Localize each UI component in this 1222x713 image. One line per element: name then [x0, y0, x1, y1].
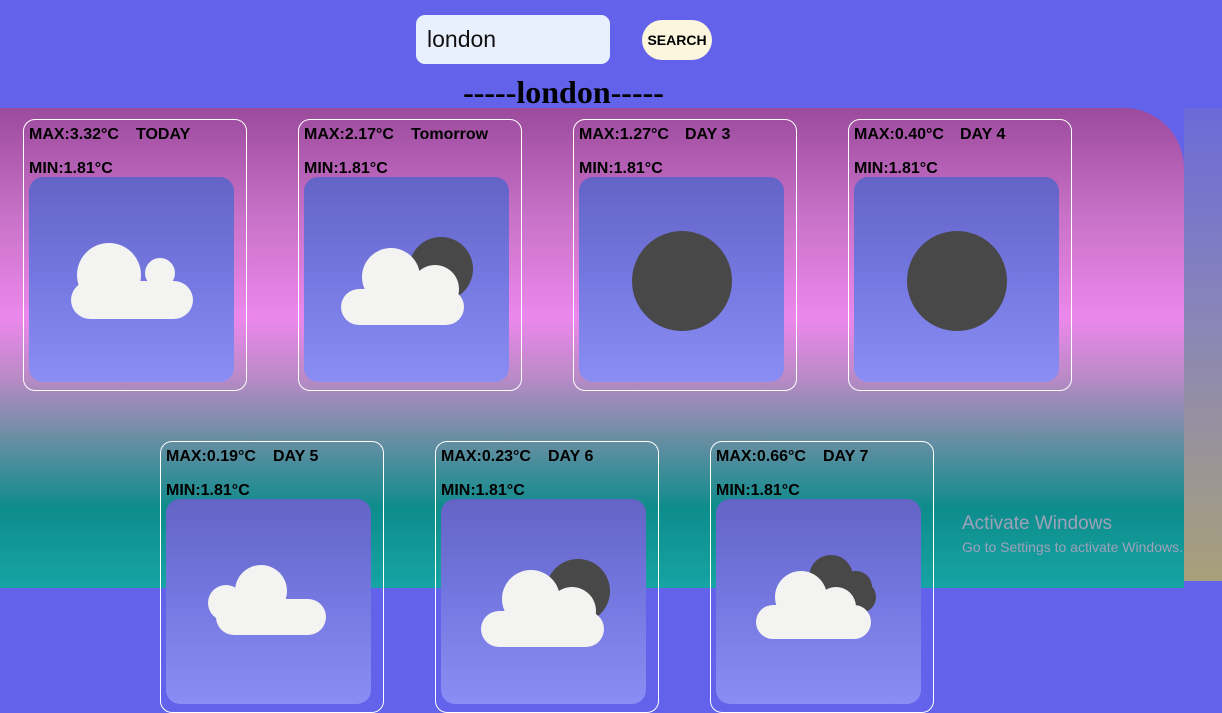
day-label: DAY 3	[685, 126, 731, 143]
day-label: Tomorrow	[411, 126, 489, 143]
weather-icon-box	[166, 499, 371, 704]
day-label: DAY 6	[548, 448, 594, 465]
min-temp: MIN:1.81°C	[441, 482, 525, 499]
max-temp: MAX:0.66°C	[716, 448, 806, 465]
weather-icon-box	[716, 499, 921, 704]
watermark-subtitle: Go to Settings to activate Windows.	[962, 539, 1183, 555]
cloud-moon-icon	[341, 237, 473, 325]
min-temp: MIN:1.81°C	[29, 160, 113, 177]
forecast-card-day-4: MAX:0.40°C DAY 4 MIN:1.81°C	[848, 119, 1072, 391]
max-temp: MAX:0.19°C	[166, 448, 256, 465]
weather-icon-box	[579, 177, 784, 382]
cloud-icon	[71, 243, 193, 319]
min-temp: MIN:1.81°C	[579, 160, 663, 177]
day-label: DAY 5	[273, 448, 319, 465]
max-temp: MAX:0.40°C	[854, 126, 944, 143]
max-temp: MAX:3.32°C	[29, 126, 119, 143]
activate-windows-watermark: Activate Windows Go to Settings to activ…	[962, 513, 1183, 557]
background-strip	[1184, 108, 1222, 581]
max-temp: MAX:0.23°C	[441, 448, 531, 465]
forecast-card-day-7: MAX:0.66°C DAY 7 MIN:1.81°C	[710, 441, 934, 713]
cloud-dark-cloud-icon	[756, 555, 876, 639]
min-temp: MIN:1.81°C	[716, 482, 800, 499]
cloud-icon	[208, 565, 326, 635]
day-label: DAY 7	[823, 448, 869, 465]
city-search-input[interactable]	[416, 15, 610, 64]
day-label: DAY 4	[960, 126, 1006, 143]
weather-icon-box	[304, 177, 509, 382]
forecast-card-day-6: MAX:0.23°C DAY 6 MIN:1.81°C	[435, 441, 659, 713]
search-button[interactable]: SEARCH	[642, 20, 712, 60]
weather-icon-box	[854, 177, 1059, 382]
moon-icon	[632, 231, 732, 331]
min-temp: MIN:1.81°C	[166, 482, 250, 499]
watermark-title: Activate Windows	[962, 513, 1112, 534]
moon-icon	[907, 231, 1007, 331]
forecast-card-tomorrow: MAX:2.17°C Tomorrow MIN:1.81°C	[298, 119, 522, 391]
forecast-card-day-5: MAX:0.19°C DAY 5 MIN:1.81°C	[160, 441, 384, 713]
max-temp: MAX:2.17°C	[304, 126, 394, 143]
forecast-card-day-3: MAX:1.27°C DAY 3 MIN:1.81°C	[573, 119, 797, 391]
weather-icon-box	[29, 177, 234, 382]
min-temp: MIN:1.81°C	[304, 160, 388, 177]
day-label: TODAY	[136, 126, 191, 143]
weather-icon-box	[441, 499, 646, 704]
min-temp: MIN:1.81°C	[854, 160, 938, 177]
city-title: -----london-----	[463, 74, 664, 110]
cloud-moon-icon	[481, 559, 610, 647]
max-temp: MAX:1.27°C	[579, 126, 669, 143]
forecast-card-today: MAX:3.32°C TODAY MIN:1.81°C	[23, 119, 247, 391]
